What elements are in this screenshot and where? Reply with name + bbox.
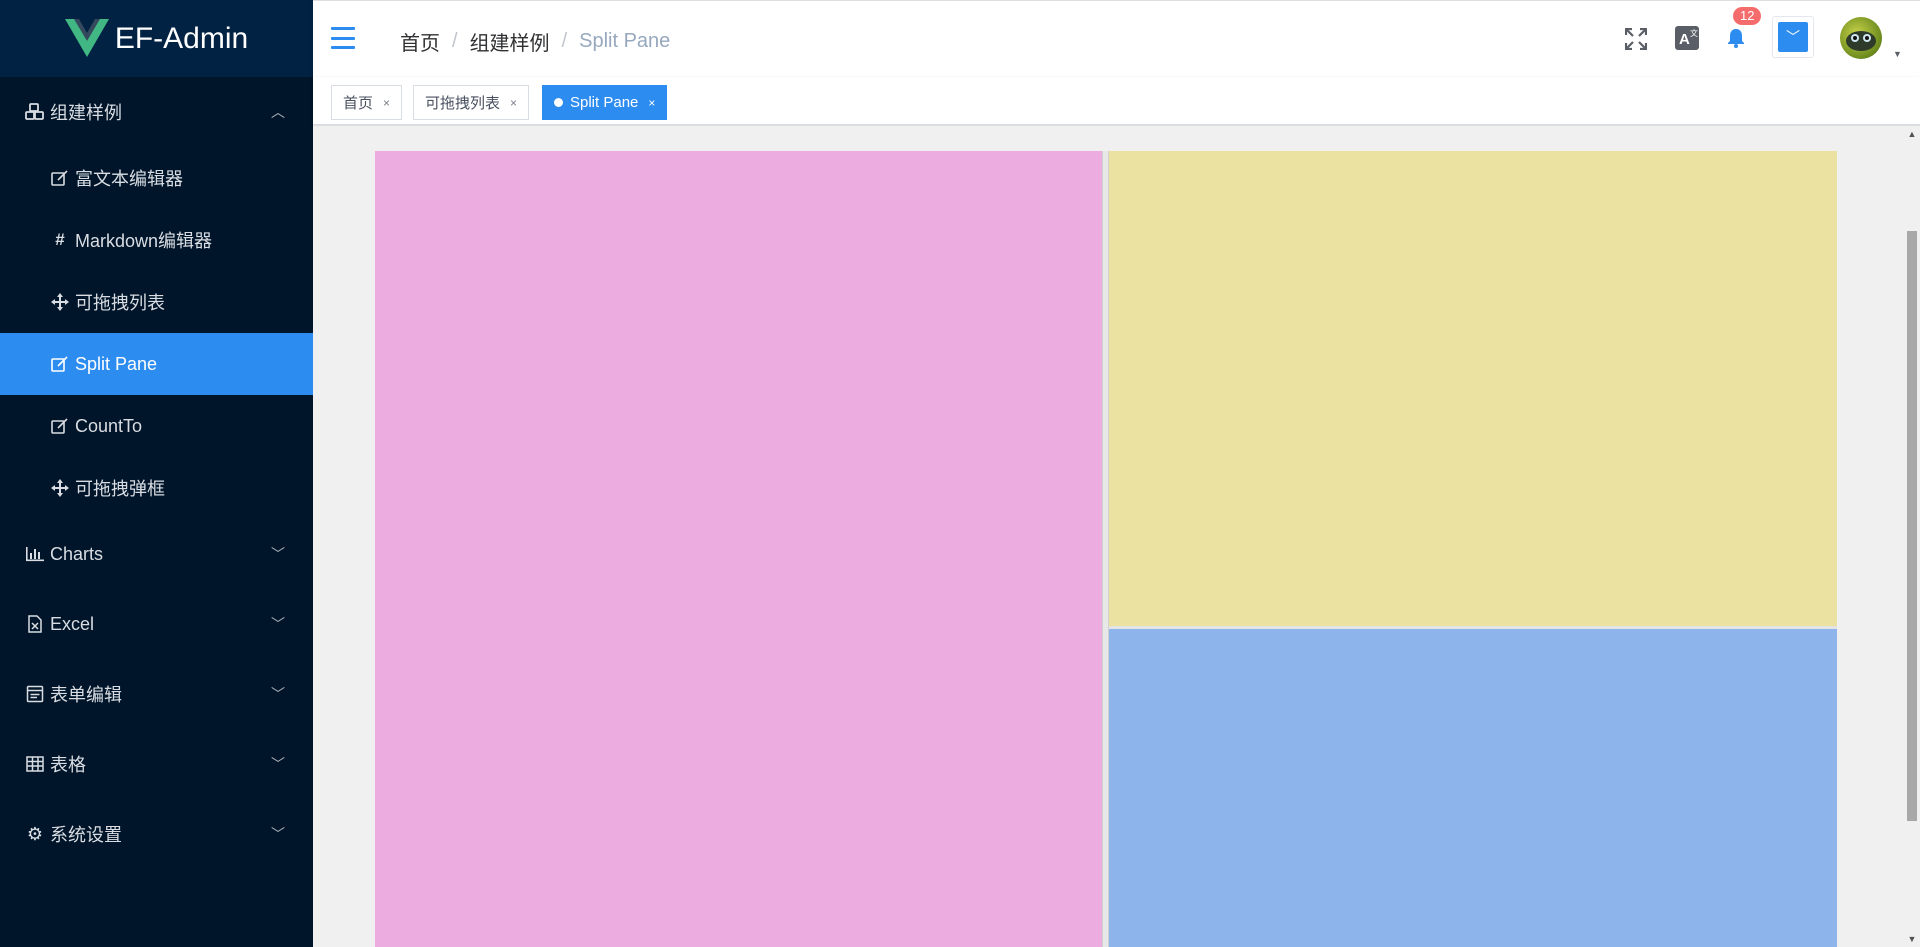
chevron-down-icon: ﹀ (1778, 22, 1808, 52)
breadcrumb: 首页 / 组建样例 / Split Pane (400, 27, 670, 56)
sidebar-group-components[interactable]: 组建样例 ︿ (0, 77, 313, 147)
logo-text: EF-Admin (114, 21, 249, 55)
sidebar-group-label: 系统设置 (50, 825, 122, 845)
sidebar-group-label: 组建样例 (50, 103, 122, 123)
sidebar-item-label: 富文本编辑器 (75, 169, 183, 189)
sidebar-item-label: 可拖拽列表 (75, 293, 165, 313)
scroll-down-arrow-icon[interactable]: ▼ (1904, 931, 1920, 947)
sidebar-group-excel[interactable]: Excel ﹀ (0, 589, 313, 659)
sidebar-item-draggable-dialog[interactable]: 可拖拽弹框 (0, 457, 313, 519)
fullscreen-icon[interactable] (1624, 27, 1648, 51)
sidebar-group-label: Excel (50, 613, 95, 634)
gear-icon: ⚙ (26, 823, 44, 844)
sidebar-item-label: CountTo (75, 415, 143, 436)
sidebar: EF-Admin 组建样例 ︿ 富文本编辑器 # Markdown编辑器 可拖拽… (0, 0, 313, 947)
chevron-up-icon: ︿ (271, 104, 285, 120)
sidebar-group-label: 表单编辑 (50, 685, 122, 705)
tag-label: Split Pane (570, 94, 639, 111)
cubes-icon (24, 102, 46, 122)
split-pane-vertical-resizer[interactable] (1102, 151, 1109, 947)
sidebar-item-label: Split Pane (75, 353, 158, 374)
edit-icon (49, 416, 71, 436)
bar-chart-icon (24, 544, 46, 564)
edit-icon (49, 354, 71, 374)
size-dropdown[interactable]: ﹀ (1772, 16, 1814, 58)
chevron-down-icon: ﹀ (271, 686, 285, 702)
breadcrumb-separator: / (561, 30, 568, 52)
sidebar-item-label: 可拖拽弹框 (75, 479, 165, 499)
tag-label: 可拖拽列表 (425, 95, 501, 112)
page-scrollbar[interactable]: ▲ ▼ (1904, 126, 1920, 947)
sidebar-item-draggable-list[interactable]: 可拖拽列表 (0, 271, 313, 333)
svg-text:A: A (1679, 31, 1690, 48)
chevron-down-icon: ﹀ (271, 546, 285, 562)
tag-draggable-list[interactable]: 可拖拽列表 × (413, 85, 530, 120)
active-dot-icon (554, 98, 563, 107)
table-icon (24, 754, 46, 774)
edit-icon (49, 168, 71, 188)
chevron-down-icon: ﹀ (271, 826, 285, 842)
move-icon (49, 478, 71, 498)
vue-logo-icon (64, 18, 109, 57)
notification-badge: 12 (1733, 7, 1762, 25)
sidebar-item-split-pane[interactable]: Split Pane (0, 333, 313, 395)
scroll-up-arrow-icon[interactable]: ▲ (1904, 126, 1920, 142)
sidebar-item-countto[interactable]: CountTo (0, 395, 313, 457)
logo[interactable]: EF-Admin (0, 0, 313, 77)
sidebar-group-form-edit[interactable]: 表单编辑 ﹀ (0, 659, 313, 729)
split-pane-bottom-right (1109, 629, 1837, 947)
tag-label: 首页 (343, 95, 374, 112)
move-icon (49, 292, 71, 312)
split-pane-container (375, 151, 1837, 947)
split-pane-top-right (1109, 151, 1837, 626)
sidebar-group-label: Charts (50, 543, 104, 564)
sidebar-group-label: 表格 (50, 755, 86, 775)
caret-down-icon[interactable]: ▼ (1893, 49, 1902, 59)
hamburger-menu-icon[interactable] (331, 27, 355, 49)
top-navbar: 首页 / 组建样例 / Split Pane A文 12 ﹀ ▼ (313, 0, 1920, 77)
sidebar-item-rich-text[interactable]: 富文本编辑器 (0, 147, 313, 209)
sidebar-item-label: Markdown编辑器 (75, 231, 213, 251)
sidebar-menu: 组建样例 ︿ 富文本编辑器 # Markdown编辑器 可拖拽列表 Split … (0, 77, 313, 869)
breadcrumb-item[interactable]: 组建样例 (470, 27, 550, 56)
chevron-down-icon: ﹀ (271, 756, 285, 772)
sidebar-group-settings[interactable]: ⚙ 系统设置 ﹀ (0, 799, 313, 869)
scrollbar-thumb[interactable] (1907, 231, 1917, 821)
svg-text:文: 文 (1690, 28, 1698, 38)
breadcrumb-item[interactable]: 首页 (400, 27, 440, 56)
close-icon[interactable]: × (648, 96, 655, 110)
close-icon[interactable]: × (510, 96, 517, 110)
sidebar-group-table[interactable]: 表格 ﹀ (0, 729, 313, 799)
split-pane-left (375, 151, 1102, 947)
breadcrumb-current: Split Pane (579, 30, 671, 52)
form-icon (24, 684, 46, 704)
avatar[interactable] (1840, 17, 1882, 59)
sidebar-group-charts[interactable]: Charts ﹀ (0, 519, 313, 589)
language-icon[interactable]: A文 (1675, 26, 1699, 50)
bell-icon[interactable] (1726, 27, 1746, 49)
tags-view: 首页 × 可拖拽列表 × Split Pane × (313, 77, 1920, 125)
tag-home[interactable]: 首页 × (331, 85, 403, 120)
chevron-down-icon: ﹀ (271, 616, 285, 632)
breadcrumb-separator: / (452, 30, 458, 52)
main-content (313, 126, 1904, 947)
sidebar-item-markdown[interactable]: # Markdown编辑器 (0, 209, 313, 271)
excel-file-icon (24, 614, 46, 634)
close-icon[interactable]: × (383, 96, 390, 110)
hashtag-icon: # (55, 230, 65, 249)
tag-split-pane[interactable]: Split Pane × (542, 85, 668, 120)
